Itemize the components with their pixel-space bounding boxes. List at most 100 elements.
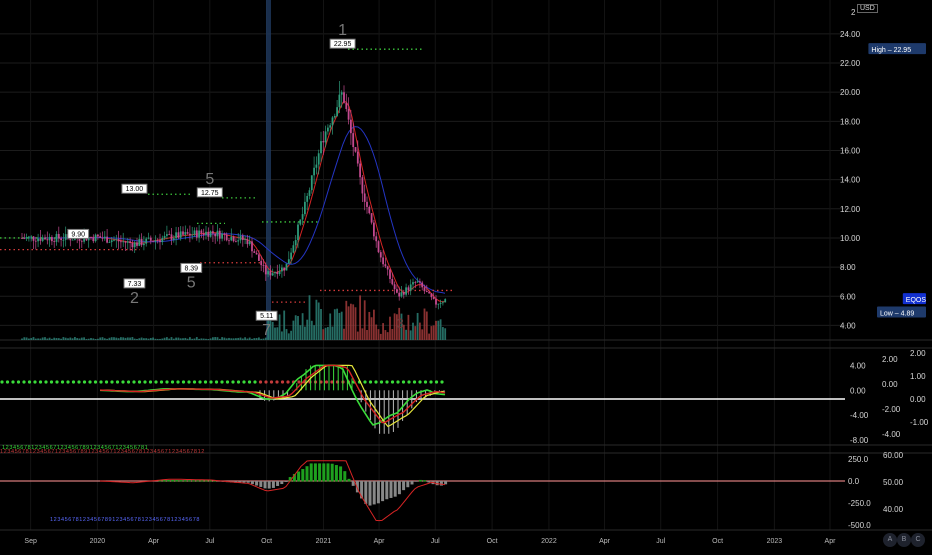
volume-bar [60, 338, 62, 340]
volume-bar [99, 337, 102, 340]
candle-body [315, 164, 318, 168]
candle-body [366, 201, 368, 207]
volume-bar [435, 320, 437, 340]
osc2-hist-bar [166, 479, 170, 482]
candle-body [264, 265, 267, 275]
candle-body [423, 287, 426, 291]
volume-bar [336, 308, 338, 340]
osc2-hist-bar [347, 478, 351, 482]
volume-bar [419, 322, 421, 340]
volume-bar [382, 323, 384, 340]
candle-body [287, 259, 290, 264]
candle-body [195, 230, 198, 238]
candle-body [218, 230, 221, 239]
candle-body [402, 292, 405, 295]
candle-body [136, 242, 138, 246]
candle-body [51, 237, 53, 242]
volume-bar [350, 303, 352, 340]
candle-body [113, 239, 115, 241]
candle-body [28, 236, 30, 238]
low-badge: Low – 4.89 [880, 310, 914, 317]
volume-bar [55, 338, 58, 340]
osc2-hist-bar [175, 480, 179, 482]
axis-button-a[interactable]: A [883, 533, 897, 547]
axis-button-b[interactable]: B [897, 533, 911, 547]
candle-body [172, 238, 175, 240]
candle-body [120, 241, 122, 243]
osc1-dot [5, 380, 10, 384]
volume-bar [166, 337, 168, 340]
osc1-dot [236, 380, 241, 384]
candle-body [48, 237, 51, 241]
osc1-dot [88, 380, 92, 384]
osc1-dot [132, 380, 136, 384]
candle-body [60, 238, 62, 240]
volume-bar [177, 337, 180, 340]
osc2-hist-bar [318, 463, 322, 482]
osc1-dot [418, 380, 422, 384]
osc1-dot [99, 380, 103, 384]
osc2-hist-bar [439, 481, 443, 486]
candle-body [308, 190, 311, 196]
volume-bar [276, 327, 279, 340]
price-top-label: 2 [851, 8, 856, 17]
volume-bar [186, 338, 189, 340]
volume-bar [147, 338, 150, 340]
volume-bar [366, 329, 368, 340]
candle-body [356, 151, 359, 164]
candle-body [39, 238, 42, 241]
candle-body [32, 236, 35, 241]
volume-bar [133, 338, 136, 340]
osc2-hist-bar [334, 465, 338, 482]
candle-body [350, 119, 352, 134]
candle-body [379, 252, 382, 258]
osc2-hist-bar [326, 463, 330, 482]
volume-bar [179, 338, 182, 340]
volume-bar [278, 314, 281, 340]
candle-body [299, 219, 302, 225]
osc1-inner-tick-label: -4.00 [882, 430, 901, 439]
osc1-dot [225, 380, 230, 384]
osc1-dot [264, 380, 268, 384]
osc1-dot [280, 380, 285, 384]
volume-bar [106, 338, 108, 340]
volume-bar [223, 337, 226, 340]
osc2-hist-bar [406, 481, 410, 488]
volume-bar [168, 338, 171, 340]
volume-bar [140, 337, 143, 340]
osc1-dot [165, 380, 169, 384]
volume-bar [368, 311, 371, 340]
wave-number: 1 [338, 22, 347, 39]
volume-bar [386, 332, 389, 340]
osc2-hist-bar [364, 481, 368, 504]
candle-body [53, 241, 56, 242]
candle-body [108, 242, 111, 243]
volume-bar [122, 337, 125, 340]
osc1-dot [110, 380, 114, 384]
osc2-hist-bar [192, 480, 196, 482]
volume-bar [271, 321, 274, 340]
candle-body [333, 115, 336, 118]
candle-body [216, 230, 219, 237]
candle-body [126, 241, 129, 243]
candle-body [23, 238, 26, 239]
candle-body [71, 239, 74, 241]
time-tick-label: 2023 [767, 538, 783, 545]
candle-body [352, 133, 355, 148]
osc2-tick-label: 250.0 [848, 455, 869, 464]
volume-bar [338, 312, 341, 340]
osc1-dot [385, 380, 389, 384]
volume-bar [156, 338, 159, 340]
osc1-dot [231, 380, 235, 384]
osc1-dot [203, 380, 208, 384]
candle-body [41, 237, 44, 241]
osc2-hist-bar [427, 481, 431, 483]
volume-bar [161, 338, 164, 340]
axis-button-c[interactable]: C [911, 533, 925, 547]
candle-body [359, 163, 361, 178]
osc1-dot [269, 380, 274, 384]
osc2-hist-bar [397, 481, 401, 495]
candle-body [304, 201, 306, 215]
osc1-dot [275, 380, 279, 384]
volume-bar [310, 320, 313, 340]
